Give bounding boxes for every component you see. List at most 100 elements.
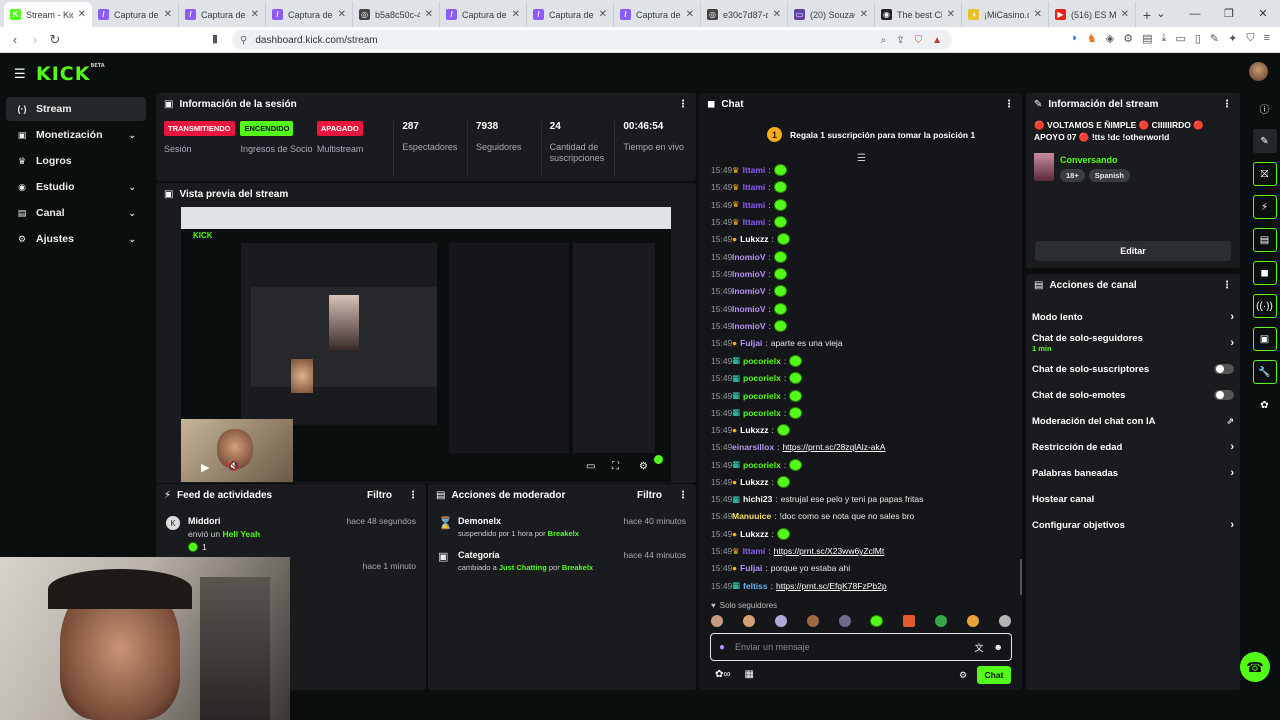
channel-action-item[interactable]: Palabras baneadas ›: [1026, 460, 1240, 486]
chat-username[interactable]: pocorielx: [743, 391, 781, 401]
browser-tab[interactable]: ◑ ¡MiCasino.com ✕: [962, 2, 1049, 27]
chevron-right-icon[interactable]: ›: [1230, 519, 1234, 531]
tag[interactable]: 18+: [1060, 169, 1085, 182]
chat-username[interactable]: Lukxzz: [740, 477, 768, 487]
close-window-icon[interactable]: ✕: [1246, 0, 1280, 27]
chat-username[interactable]: einarsillox: [732, 442, 774, 452]
tab-close-icon[interactable]: ✕: [425, 9, 433, 20]
chevron-right-icon[interactable]: ›: [1230, 311, 1234, 323]
sub-leaderboard[interactable]: 1 Regala 1 suscripción para tomar la pos…: [767, 127, 975, 142]
tag[interactable]: Spanish: [1088, 169, 1130, 182]
browser-tab[interactable]: ◎ e30c7d87-d74 ✕: [701, 2, 788, 27]
chevron-down-icon[interactable]: ⌄: [128, 130, 136, 141]
broadcast-icon[interactable]: ((·)): [1252, 294, 1277, 318]
chat-link[interactable]: https://prnt.sc/28zqlAlz-akA: [782, 442, 885, 452]
chevron-down-icon[interactable]: ⌄: [128, 208, 136, 219]
chat-link[interactable]: https://prnt.sc/X23ww6yZclMt: [774, 546, 885, 556]
channel-action-item[interactable]: Chat de solo-emotes: [1026, 382, 1240, 408]
tab-close-icon[interactable]: ✕: [251, 9, 259, 20]
theater-icon[interactable]: ▭: [586, 461, 595, 472]
emote-icon[interactable]: [838, 615, 851, 627]
share-icon[interactable]: ⇪: [896, 35, 904, 46]
stream-preview-video[interactable]: KICK ▶ 🔇 ▭ ⛶ ⚙: [181, 207, 671, 482]
tab-close-icon[interactable]: ✕: [599, 9, 607, 20]
emote-icon[interactable]: [935, 615, 948, 627]
chat-username[interactable]: lnomioV: [732, 269, 766, 279]
tab-close-icon[interactable]: ✕: [512, 9, 520, 20]
tab-close-icon[interactable]: ✕: [1034, 9, 1042, 20]
chat-username[interactable]: Ittami: [743, 182, 766, 192]
emote-icon[interactable]: [806, 615, 819, 627]
tab-close-icon[interactable]: ✕: [338, 9, 346, 20]
emote-icon[interactable]: [998, 615, 1011, 627]
window-menu-icon[interactable]: ⌄: [1144, 0, 1178, 27]
chat-username[interactable]: feltiss: [743, 581, 768, 591]
extension-icon[interactable]: ⚙: [1123, 32, 1133, 45]
emote-icon[interactable]: [742, 615, 755, 627]
zoom-icon[interactable]: ⌕: [881, 35, 887, 46]
channel-action-item[interactable]: Chat de solo-suscriptores: [1026, 356, 1240, 382]
emote-icon[interactable]: [903, 615, 916, 627]
kick-logo[interactable]: KICKBETA: [36, 63, 105, 85]
emote-icon[interactable]: [870, 615, 884, 627]
extension-icon[interactable]: ▤: [1142, 32, 1152, 45]
minimize-icon[interactable]: —: [1178, 0, 1212, 27]
layout-icon[interactable]: ▣: [1252, 327, 1277, 351]
gift-icon[interactable]: ▦: [745, 669, 754, 680]
tab-close-icon[interactable]: ✕: [860, 9, 868, 20]
feed-filter[interactable]: Filtro: [367, 490, 392, 501]
chat-username[interactable]: Ittami: [743, 546, 766, 556]
browser-tab[interactable]: ▶ (516) ES MUY ✕: [1049, 2, 1136, 27]
play-icon[interactable]: ▶: [201, 461, 209, 474]
chat-settings-icon[interactable]: ⚙: [959, 670, 967, 681]
channel-action-item[interactable]: Modo lento ›: [1026, 304, 1240, 330]
extension-icon[interactable]: ✎: [1210, 32, 1219, 45]
chat-input[interactable]: ● Enviar un mensaje 文 ☻: [710, 633, 1012, 661]
browser-tab[interactable]: / Captura de pa ✕: [527, 2, 614, 27]
user-avatar[interactable]: [1249, 62, 1268, 81]
sidebar-item-stream[interactable]: (·) Stream: [6, 97, 146, 121]
more-icon[interactable]: ⋮: [678, 490, 688, 501]
chat-bubble-icon[interactable]: ◼: [1252, 261, 1277, 285]
more-icon[interactable]: ⋮: [408, 490, 418, 501]
emote-icon[interactable]: [774, 615, 787, 627]
more-icon[interactable]: ⋮: [678, 99, 688, 110]
more-icon[interactable]: ⋮: [1004, 99, 1014, 110]
external-link-icon[interactable]: ⇗: [1226, 416, 1234, 427]
chat-username[interactable]: Ittami: [743, 200, 766, 210]
tab-close-icon[interactable]: ✕: [78, 9, 86, 20]
kick-coin-icon[interactable]: ✿∞: [715, 669, 731, 680]
channel-action-item[interactable]: Configurar objetivos ›: [1026, 512, 1240, 538]
browser-tab[interactable]: K Stream - Kick ✕: [4, 2, 92, 27]
site-info-icon[interactable]: ⚲: [240, 35, 247, 46]
chat-username[interactable]: lnomioV: [732, 304, 766, 314]
chevron-down-icon[interactable]: ⌄: [128, 234, 136, 245]
emote-icon[interactable]: [711, 615, 723, 627]
chat-username[interactable]: lnomioV: [732, 252, 766, 262]
chat-username[interactable]: Ittami: [743, 165, 766, 175]
reload-icon[interactable]: ↻: [45, 32, 65, 48]
chat-username[interactable]: Lukxzz: [740, 234, 768, 244]
sidebar-item-logros[interactable]: ♛ Logros: [6, 149, 146, 173]
edit-button[interactable]: Editar: [1035, 241, 1231, 261]
chevron-right-icon[interactable]: ›: [1230, 337, 1234, 349]
chat-scrollbar[interactable]: [1020, 559, 1022, 595]
chat-link[interactable]: https://prnt.sc/EfqK78FzPb2p: [776, 581, 887, 591]
chevron-right-icon[interactable]: ›: [1230, 441, 1234, 453]
chevron-right-icon[interactable]: ›: [1230, 467, 1234, 479]
tab-close-icon[interactable]: ✕: [686, 9, 694, 20]
extension-icon[interactable]: ✦: [1228, 32, 1237, 45]
tab-close-icon[interactable]: ✕: [947, 9, 955, 20]
chat-username[interactable]: lnomioV: [732, 286, 766, 296]
chat-username[interactable]: pocorielx: [743, 408, 781, 418]
chat-username[interactable]: lnomioV: [732, 321, 766, 331]
forward-icon[interactable]: ›: [25, 32, 45, 47]
browser-tab[interactable]: / Captura de pa ✕: [440, 2, 527, 27]
chat-username[interactable]: Fuljai: [740, 563, 762, 573]
sidebar-item-canal[interactable]: ▤ Canal ⌄: [6, 201, 146, 225]
collapse-icon[interactable]: ☰: [857, 153, 866, 164]
wrench-icon[interactable]: 🔧: [1252, 360, 1277, 384]
rewards-icon[interactable]: ▲: [932, 35, 942, 46]
tab-close-icon[interactable]: ✕: [773, 9, 781, 20]
sidebar-item-estudio[interactable]: ◉ Estudio ⌄: [6, 175, 146, 199]
